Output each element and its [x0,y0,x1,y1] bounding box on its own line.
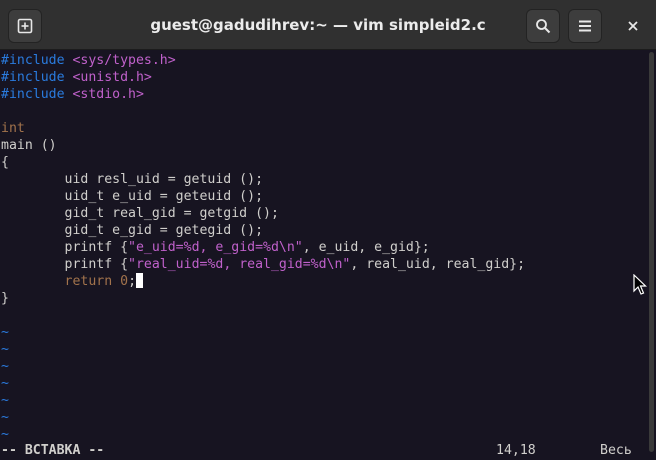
close-button[interactable] [616,9,650,43]
cursor-position: 14,18 [496,443,536,458]
vim-status-line: -- ВСТАВКА -- 14,18 Весь [0,442,656,459]
code-line: #include <stdio.h> [1,87,144,102]
new-tab-icon [17,18,33,34]
code-line: printf {"e_uid=%d, e_gid=%d\n", e_uid, e… [1,240,430,255]
search-button[interactable] [526,9,560,43]
code-line: } [1,291,9,306]
code-line: main () [1,138,57,153]
empty-line-marker: ~ [1,393,9,408]
new-tab-button[interactable] [8,9,42,43]
code-line: { [1,155,9,170]
scrollbar[interactable] [649,52,654,452]
code-line: return 0; [1,273,144,290]
empty-line-marker: ~ [1,359,9,374]
scroll-position: Весь [600,443,632,458]
search-icon [536,19,551,34]
close-icon [628,21,638,31]
empty-line-marker: ~ [1,427,9,442]
window-title: guest@gadudihrev:~ — vim simpleid2.c [150,16,486,34]
empty-line-marker: ~ [1,342,9,357]
empty-line-marker: ~ [1,376,9,391]
hamburger-menu-icon [579,20,591,32]
code-line: printf {"real_uid=%d, real_gid=%d\n", re… [1,257,526,272]
text-cursor [136,273,144,288]
code-line: gid_t e_gid = getegid (); [1,223,264,238]
code-line: uid resl_uid = getuid (); [1,172,264,187]
window-titlebar: guest@gadudihrev:~ — vim simpleid2.c [0,0,656,50]
code-line: gid_t real_gid = getgid (); [1,206,279,221]
menu-button[interactable] [568,9,602,43]
empty-line-marker: ~ [1,325,9,340]
mode-indicator: -- ВСТАВКА -- [1,443,105,458]
code-line: int [1,121,25,136]
terminal-area[interactable]: #include <sys/types.h> #include <unistd.… [0,50,656,460]
code-line: #include <unistd.h> [1,70,152,85]
code-line: #include <sys/types.h> [1,53,176,68]
empty-line-marker: ~ [1,410,9,425]
mouse-pointer-icon [633,274,647,295]
code-line: uid_t e_uid = geteuid (); [1,189,264,204]
